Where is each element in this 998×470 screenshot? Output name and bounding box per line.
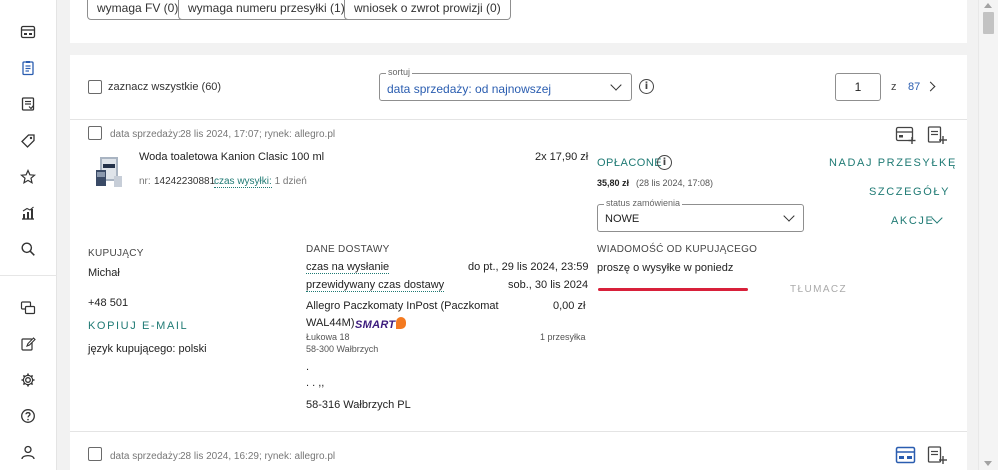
payment-info-icon[interactable]: i — [657, 155, 672, 170]
actions-menu-button[interactable]: AKCJE — [891, 215, 934, 227]
filter-chip-refund[interactable]: wniosek o zwrot prowizji (0) — [344, 0, 511, 20]
shipping-time: czas wysyłki: 1 dzień — [214, 176, 307, 188]
smart-label: SMART — [355, 319, 396, 331]
offer-number-value: 14242230881 — [154, 176, 216, 187]
order-status-select[interactable]: status zamówienia NOWE — [597, 198, 804, 232]
copy-email-button[interactable]: KOPIUJ E-MAIL — [88, 320, 188, 332]
scroll-thumb[interactable] — [983, 12, 994, 34]
recipient-city: 58-316 Wałbrzych PL — [306, 399, 411, 411]
filter-card: wymaga FV (0) wymaga numeru przesyłki (1… — [70, 0, 967, 43]
payment-amount: 35,80 zł — [597, 178, 630, 188]
buyer-name: Michał — [88, 267, 120, 279]
smart-badge: SMART — [355, 317, 407, 331]
package-count: 1 przesyłka — [540, 332, 586, 342]
add-note-icon[interactable] — [926, 444, 948, 466]
nav-divider — [0, 275, 57, 276]
payment-status: OPŁACONE — [597, 157, 663, 169]
delivery-method-price: 0,00 zł — [553, 300, 586, 312]
page-of-label: z — [891, 81, 897, 93]
buyer-heading: KUPUJĄCY — [88, 248, 144, 259]
scroll-up-arrow-icon[interactable] — [984, 3, 992, 8]
orders-icon[interactable] — [17, 57, 39, 79]
delivery-address-city: 58-300 Wałbrzych — [306, 344, 379, 354]
tag-icon[interactable] — [17, 130, 39, 152]
sort-info-icon[interactable]: i — [639, 79, 654, 94]
sort-value: data sprzedaży: od najnowszej — [387, 82, 552, 96]
product-thumbnail[interactable] — [94, 156, 124, 188]
sort-legend: sortuj — [386, 67, 413, 77]
delivery-heading: DANE DOSTAWY — [306, 244, 390, 255]
scrollbar[interactable] — [978, 0, 998, 470]
recipient-line2: . . ,, — [306, 377, 325, 389]
order-checkbox[interactable] — [88, 447, 102, 461]
shipping-time-value: 1 dzień — [274, 176, 307, 187]
recipient-line1: . — [306, 361, 310, 373]
chevron-down-icon — [783, 210, 795, 222]
star-icon[interactable] — [17, 166, 39, 188]
order-sale-date-label: data sprzedaży: — [110, 451, 181, 462]
search-icon[interactable] — [17, 238, 39, 260]
shipment-icon[interactable] — [895, 444, 917, 466]
page-number-input[interactable]: 1 — [835, 73, 881, 101]
expected-delivery-label[interactable]: przewidywany czas dostawy — [306, 279, 445, 292]
edit-icon[interactable] — [17, 333, 39, 355]
buyer-message-heading: WIADOMOŚĆ OD KUPUJĄCEGO — [597, 244, 758, 255]
expected-delivery-value: sob., 30 lis 2024 — [508, 279, 589, 291]
delivery-method-line1: Allegro Paczkomaty InPost (Paczkomat — [306, 300, 499, 312]
scroll-down-arrow-icon[interactable] — [984, 461, 992, 466]
order-checkbox[interactable] — [88, 126, 102, 140]
highlight-underline — [598, 288, 748, 291]
order-status-value: NOWE — [605, 213, 640, 225]
select-all-label: zaznacz wszystkie (60) — [108, 81, 222, 93]
time-to-send-label[interactable]: czas na wysłanie — [306, 261, 390, 274]
order-sale-date-value: 28 lis 2024, 16:29; rynek: allegro.pl — [180, 451, 336, 462]
offers-icon[interactable] — [17, 93, 39, 115]
page-total: 87 — [908, 81, 921, 93]
select-all-checkbox[interactable] — [88, 80, 102, 94]
stats-icon[interactable] — [17, 202, 39, 224]
offer-number-label: nr: — [139, 176, 151, 187]
sort-select[interactable]: sortuj data sprzedaży: od najnowszej — [379, 67, 632, 101]
dashboard-icon[interactable] — [17, 21, 39, 43]
send-shipment-link[interactable]: NADAJ PRZESYŁKĘ — [829, 157, 957, 169]
delivery-address-street: Łukowa 18 — [306, 332, 350, 342]
orders-list-card: zaznacz wszystkie (60) sortuj data sprze… — [70, 55, 967, 470]
order-details-link[interactable]: SZCZEGÓŁY — [869, 186, 950, 198]
chevron-down-icon — [610, 79, 622, 91]
translate-button[interactable]: TŁUMACZ — [790, 284, 847, 295]
shipping-time-label: czas wysyłki: — [214, 176, 272, 188]
product-name[interactable]: Woda toaletowa Kanion Clasic 100 ml — [139, 151, 324, 163]
buyer-phone: +48 501 — [88, 297, 129, 309]
settings-gear-icon[interactable] — [17, 369, 39, 391]
product-quantity-price: 2x 17,90 zł — [535, 151, 589, 163]
delivery-method-line2: WAL44M) — [306, 317, 355, 329]
messages-icon[interactable] — [17, 297, 39, 319]
add-shipment-icon[interactable] — [895, 124, 917, 146]
divider — [70, 119, 967, 120]
divider — [70, 431, 967, 432]
order-status-legend: status zamówienia — [604, 198, 683, 208]
buyer-language: język kupującego: polski — [88, 343, 207, 355]
add-note-icon[interactable] — [926, 124, 948, 146]
user-icon[interactable] — [17, 441, 39, 463]
side-navigation — [0, 0, 57, 470]
help-icon[interactable] — [17, 405, 39, 427]
filter-chip-tracking[interactable]: wymaga numeru przesyłki (1) — [178, 0, 355, 20]
smart-logo-icon — [396, 317, 407, 329]
buyer-message-text: proszę o wysyłke w poniedz — [597, 262, 734, 274]
order-sale-date-label: data sprzedaży: — [110, 129, 181, 140]
order-sale-date-value: 28 lis 2024, 17:07; rynek: allegro.pl — [180, 129, 336, 140]
time-to-send-value: do pt., 29 lis 2024, 23:59 — [468, 261, 589, 273]
payment-date: (28 lis 2024, 17:08) — [636, 178, 714, 188]
filter-chip-invoice[interactable]: wymaga FV (0) — [87, 0, 189, 20]
next-page-chevron-icon[interactable] — [925, 81, 936, 92]
